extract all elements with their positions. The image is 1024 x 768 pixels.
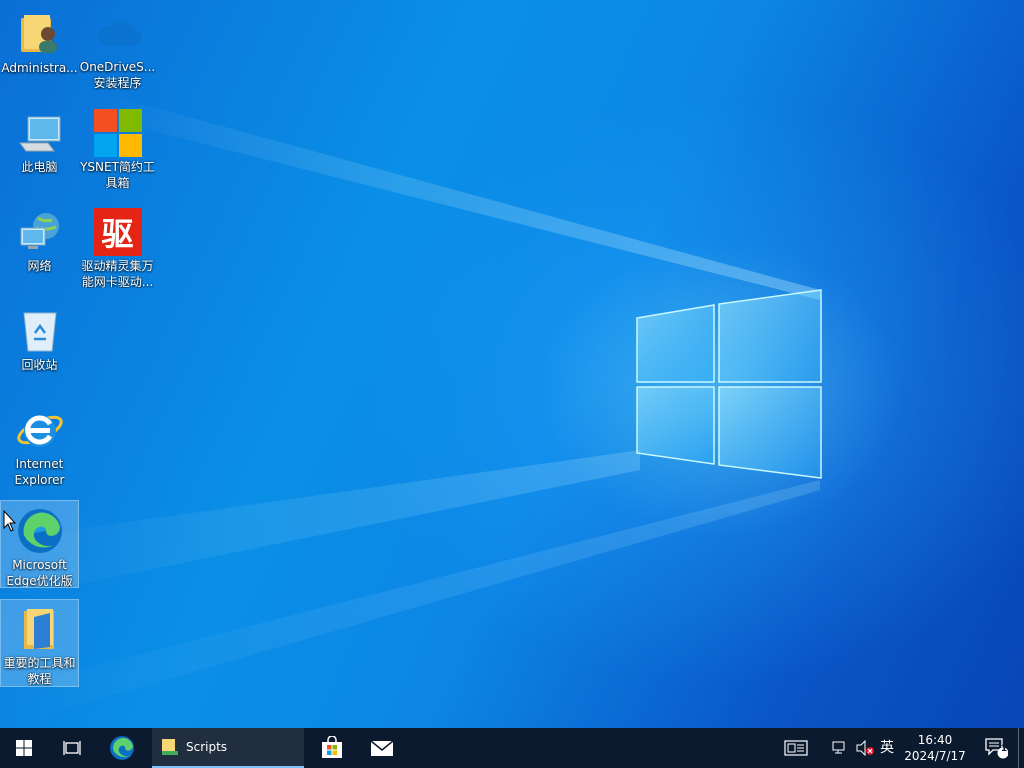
desktop-icon-label: 重要的工具和 教程	[3, 655, 76, 686]
clock[interactable]: 16:40 2024/7/17	[900, 728, 970, 768]
edge-icon	[16, 507, 64, 555]
driver-genius-icon: 驱	[93, 208, 142, 256]
clock-time: 16:40	[917, 733, 953, 747]
scripts-folder-icon	[162, 739, 178, 755]
mail-icon	[370, 740, 394, 756]
desktop-icon-label: Administra...	[1, 61, 78, 75]
desktop-icon-onedrive-setup[interactable]: OneDriveS... 安装程序	[79, 4, 156, 90]
volume-muted-icon	[856, 740, 874, 756]
desktop-icon-label: OneDriveS... 安装程序	[79, 59, 156, 90]
driver-genius-glyph: 驱	[93, 208, 142, 256]
taskbar-mail-button[interactable]	[358, 728, 406, 768]
clock-date: 2024/7/17	[904, 749, 966, 763]
desktop-icon-internet-explorer[interactable]: Internet Explorer	[1, 400, 78, 486]
user-folder-icon	[16, 10, 64, 58]
taskbar-store-button[interactable]	[308, 728, 356, 768]
folder-icon	[16, 606, 64, 653]
computer-icon	[16, 109, 64, 157]
taskbar-app-label: Scripts	[186, 740, 228, 754]
desktop-icon-label: 驱动精灵集万 能网卡驱动...	[81, 259, 154, 288]
desktop-icon-network[interactable]: 网络	[1, 202, 78, 288]
network-tray-button[interactable]	[828, 728, 852, 768]
desktop-icon-this-pc[interactable]: 此电脑	[1, 103, 78, 189]
desktop-icon-administrator[interactable]: Administra...	[1, 4, 78, 90]
volume-tray-button[interactable]	[853, 728, 877, 768]
wallpaper-windows-logo	[636, 289, 822, 479]
internet-explorer-icon	[16, 406, 64, 454]
edge-icon	[110, 736, 134, 760]
start-button[interactable]	[0, 728, 48, 768]
taskbar: Scripts 英 16:40 2024/7/17 1	[0, 728, 1024, 768]
news-icon	[784, 740, 808, 756]
network-tray-icon	[832, 741, 845, 754]
desktop-icon-label: YSNET简约工 具箱	[80, 160, 155, 189]
desktop-icon-label: 回收站	[21, 358, 58, 372]
task-view-icon	[63, 741, 81, 755]
mouse-cursor	[3, 510, 17, 532]
show-desktop-button[interactable]	[1018, 728, 1024, 768]
desktop-icon-label: 网络	[27, 259, 52, 273]
desktop-icon-label: 此电脑	[21, 160, 58, 174]
desktop-icon-ysnet-toolbox[interactable]: YSNET简约工 具箱	[79, 103, 156, 189]
windows-logo-icon	[93, 109, 142, 157]
news-button[interactable]	[776, 728, 816, 768]
desktop-icon-tools-folder[interactable]: 重要的工具和 教程	[0, 599, 79, 687]
ime-indicator[interactable]: 英	[876, 728, 898, 768]
desktop-icon-recycle-bin[interactable]: 回收站	[1, 301, 78, 387]
network-icon	[16, 208, 64, 256]
taskbar-scripts-app[interactable]: Scripts	[152, 728, 304, 768]
desktop-icon-label: Internet Explorer	[14, 457, 65, 486]
onedrive-icon	[94, 10, 142, 57]
taskbar-edge-button[interactable]	[98, 728, 146, 768]
ime-label: 英	[880, 740, 894, 756]
desktop-icon-label: Microsoft Edge优化版	[6, 558, 73, 587]
task-view-button[interactable]	[48, 728, 96, 768]
recycle-bin-icon	[16, 307, 64, 355]
store-icon	[322, 736, 342, 758]
notification-count-badge: 1	[1000, 744, 1008, 754]
windows-start-icon	[16, 740, 32, 756]
desktop-icon-driver-genius[interactable]: 驱 驱动精灵集万 能网卡驱动...	[79, 202, 156, 288]
notification-center-button[interactable]: 1	[978, 728, 1014, 768]
